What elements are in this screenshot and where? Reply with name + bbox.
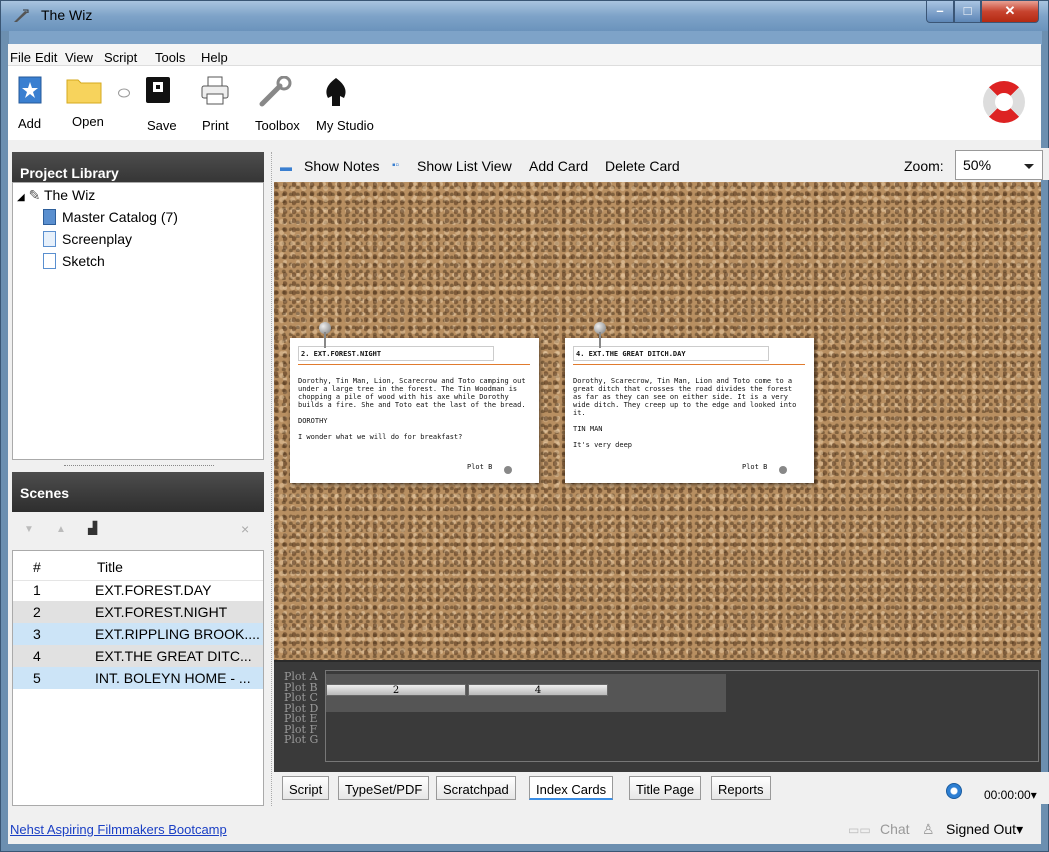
title-bar: The Wiz – □ ✕: [1, 1, 1048, 31]
menu-help[interactable]: Help: [201, 50, 228, 65]
menu-edit[interactable]: Edit: [35, 50, 57, 65]
zoom-select[interactable]: 50%: [955, 150, 1043, 180]
tab-index-cards[interactable]: Index Cards: [529, 776, 614, 800]
my-studio-button[interactable]: My Studio: [316, 76, 374, 133]
expand-arrow-icon: ◢: [17, 192, 25, 203]
table-row[interactable]: 4 EXT.THE GREAT DITC...: [13, 645, 263, 667]
table-row[interactable]: 3 EXT.RIPPLING BROOK....: [13, 623, 263, 645]
move-up-icon[interactable]: ▲: [56, 524, 66, 535]
panel-splitter[interactable]: [266, 152, 272, 806]
duplicate-scene-icon[interactable]: ▟: [88, 521, 97, 535]
library-resize-handle[interactable]: [64, 460, 214, 466]
card-plot-label: Plot B: [742, 463, 768, 471]
add-button[interactable]: Add: [18, 76, 42, 131]
card-plot-dot-icon: [779, 466, 787, 474]
disc-icon: [118, 88, 130, 98]
maximize-button[interactable]: □: [954, 1, 981, 23]
delete-scene-icon[interactable]: ×: [241, 521, 249, 537]
card-divider: [298, 364, 530, 365]
list-view-icon: ▪▫: [392, 160, 400, 171]
add-card-button[interactable]: Add Card: [529, 158, 588, 174]
timer-display[interactable]: 00:00:00▾: [984, 788, 1037, 802]
card-body[interactable]: Dorothy, Scarecrow, Tin Man, Lion and To…: [573, 377, 803, 449]
move-down-icon[interactable]: ▼: [24, 524, 34, 535]
screenplay-icon: [43, 231, 56, 247]
tab-script[interactable]: Script: [282, 776, 330, 800]
index-card[interactable]: 2. EXT.FOREST.NIGHT Dorothy, Tin Man, Li…: [290, 338, 539, 483]
scenes-toolbar: ▼ ▲ ▟ ×: [12, 516, 264, 542]
show-list-view-button[interactable]: Show List View: [417, 158, 512, 174]
save-button[interactable]: Save: [145, 76, 177, 133]
view-tabs: Script TypeSet/PDF Scratchpad Index Card…: [274, 772, 1049, 804]
minimize-button[interactable]: –: [926, 1, 954, 23]
index-card[interactable]: 4. EXT.THE GREAT DITCH.DAY Dorothy, Scar…: [565, 338, 814, 483]
studio-icon: [326, 78, 346, 106]
wrench-icon: [259, 75, 292, 107]
card-body[interactable]: Dorothy, Tin Man, Lion, Scarecrow and To…: [298, 377, 528, 441]
pushpin-icon: [319, 322, 331, 350]
window-frame: [9, 31, 1042, 45]
plot-labels: Plot A Plot B Plot C Plot D Plot E Plot …: [284, 670, 319, 746]
menu-file[interactable]: File: [10, 50, 31, 65]
project-pen-icon: ✎: [28, 187, 41, 203]
delete-card-button[interactable]: Delete Card: [605, 158, 680, 174]
scenes-table: # Title 1 EXT.FOREST.DAY 2 EXT.FOREST.NI…: [12, 550, 264, 806]
window-title: The Wiz: [41, 7, 93, 23]
tab-typeset-pdf[interactable]: TypeSet/PDF: [338, 776, 430, 800]
card-plot-label: Plot B: [467, 463, 493, 471]
chevron-down-icon: [1024, 164, 1034, 169]
menu-tools[interactable]: Tools: [155, 50, 185, 65]
menu-view[interactable]: View: [65, 50, 93, 65]
chat-button[interactable]: Chat: [880, 821, 910, 837]
scenes-table-header: # Title: [13, 551, 263, 581]
notes-icon: ▬: [280, 160, 292, 174]
floppy-icon: [146, 77, 170, 103]
tree-root[interactable]: ◢ ✎ The Wiz: [17, 187, 95, 209]
table-row[interactable]: 5 INT. BOLEYN HOME - ...: [13, 667, 263, 689]
show-notes-button[interactable]: Show Notes: [304, 158, 379, 174]
menu-script[interactable]: Script: [104, 50, 137, 65]
close-button[interactable]: ✕: [981, 1, 1039, 23]
tab-title-page[interactable]: Title Page: [629, 776, 702, 800]
print-button[interactable]: Print: [200, 76, 230, 133]
main-toolbar: Add Open Save Print Toolbox My Studio: [8, 66, 1041, 140]
chat-icon: ▭▭: [848, 823, 871, 837]
help-lifebuoy-icon[interactable]: [983, 81, 1025, 123]
pushpin-icon: [594, 322, 606, 350]
plot-scene-bar[interactable]: 4: [468, 684, 608, 696]
plot-timeline[interactable]: Plot A Plot B Plot C Plot D Plot E Plot …: [274, 660, 1041, 772]
user-icon: ♙: [922, 821, 935, 837]
project-tree: ◢ ✎ The Wiz Master Catalog (7) Screenpla…: [12, 182, 264, 460]
card-divider: [573, 364, 805, 365]
tree-item-master-catalog[interactable]: Master Catalog (7): [43, 209, 178, 231]
scenes-header: Scenes: [12, 472, 264, 512]
app-icon: [14, 9, 29, 22]
timer-clock-icon[interactable]: [946, 783, 962, 799]
catalog-icon: [43, 209, 56, 225]
table-row[interactable]: 2 EXT.FOREST.NIGHT: [13, 601, 263, 623]
zoom-label: Zoom:: [904, 158, 944, 174]
folder-icon: [66, 79, 102, 104]
tree-item-screenplay[interactable]: Screenplay: [43, 231, 132, 253]
table-row[interactable]: 1 EXT.FOREST.DAY: [13, 579, 263, 601]
add-star-icon: [18, 76, 42, 104]
toolbox-button[interactable]: Toolbox: [255, 75, 300, 133]
printer-icon: [201, 76, 229, 105]
tab-scratchpad[interactable]: Scratchpad: [436, 776, 516, 800]
corkboard[interactable]: 2. EXT.FOREST.NIGHT Dorothy, Tin Man, Li…: [274, 182, 1041, 660]
index-cards-toolbar: ▬ Show Notes ▪▫ Show List View Add Card …: [274, 148, 1049, 180]
card-plot-dot-icon: [504, 466, 512, 474]
plot-scene-bar[interactable]: 2: [326, 684, 466, 696]
tree-item-sketch[interactable]: Sketch: [43, 253, 105, 275]
tab-reports[interactable]: Reports: [711, 776, 771, 800]
bootcamp-link[interactable]: Nehst Aspiring Filmmakers Bootcamp: [10, 822, 227, 837]
signed-out-menu[interactable]: Signed Out▾: [946, 821, 1023, 838]
sketch-icon: [43, 253, 56, 269]
open-button[interactable]: Open: [66, 76, 104, 129]
menu-bar: File Edit View Script Tools Help: [8, 44, 1041, 66]
